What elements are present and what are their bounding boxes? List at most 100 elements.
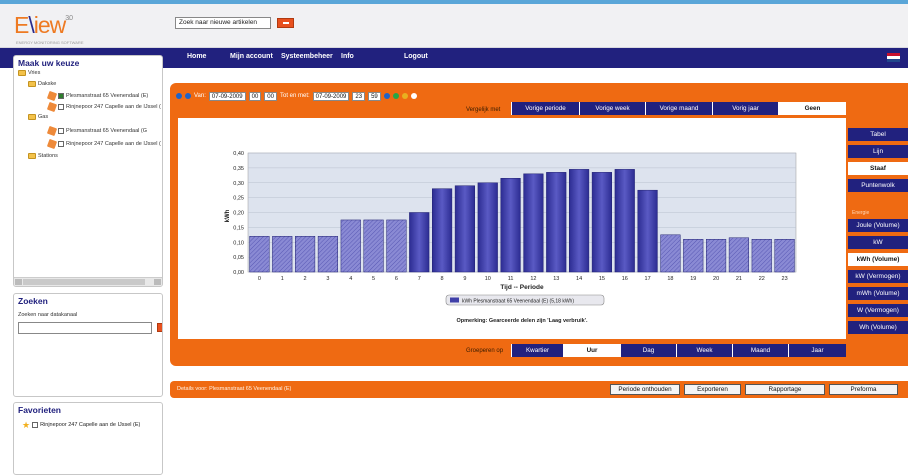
bar[interactable] [546, 172, 567, 273]
bar[interactable] [614, 169, 635, 273]
tree-root[interactable]: Vries [18, 70, 40, 76]
unit-tab-kwh[interactable]: kWh (Volume) [848, 253, 908, 266]
checkbox[interactable] [32, 422, 39, 428]
y-tick-label: 0,10 [233, 240, 244, 246]
bar-low-usage[interactable] [660, 234, 681, 273]
folder-icon [18, 70, 26, 76]
y-tick-label: 0,05 [233, 255, 244, 261]
nav-my-account[interactable]: Mijn account [230, 53, 273, 60]
bar[interactable] [409, 212, 430, 273]
tab-vorige-week[interactable]: Vorige week [579, 102, 645, 115]
x-tick-label: 22 [759, 276, 765, 282]
remember-period-button[interactable]: Periode onthouden [610, 384, 680, 395]
refresh-icon[interactable] [392, 93, 399, 99]
tree-item-rinjnepoor-1[interactable]: Rinjnepoor 247 Capelle aan de IJssel ( [46, 101, 161, 113]
article-search-input[interactable]: Zoek naar nieuwe artikelen [175, 17, 271, 29]
nav-system-admin[interactable]: Systeembeheer [281, 53, 333, 60]
checkbox[interactable] [58, 141, 64, 147]
view-tab-tabel[interactable]: Tabel [848, 128, 908, 141]
bar[interactable] [454, 185, 475, 273]
x-axis-label: Tijd -- Periode [500, 284, 544, 291]
group-tab-maand[interactable]: Maand [732, 344, 788, 357]
preforma-button[interactable]: Preforma [829, 384, 898, 395]
bar-low-usage[interactable] [249, 236, 270, 273]
tree-item-plesmanstraat-g[interactable]: Plesmanstraat 65 Veenendaal (G [46, 125, 147, 137]
group-tab-dag[interactable]: Dag [620, 344, 676, 357]
checkbox[interactable] [58, 93, 64, 99]
report-button[interactable]: Rapportage [745, 384, 825, 395]
bar-low-usage[interactable] [317, 236, 338, 273]
settings-icon[interactable] [410, 93, 417, 99]
scroll-left-icon[interactable] [15, 279, 22, 285]
scroll-right-icon[interactable] [154, 279, 161, 285]
unit-tab-joule[interactable]: Joule (Volume) [848, 219, 908, 232]
tab-vorige-periode[interactable]: Vorige periode [511, 102, 579, 115]
bar-low-usage[interactable] [295, 236, 316, 273]
bar[interactable] [591, 172, 612, 273]
to-minute-input[interactable]: 59 [368, 91, 381, 101]
from-hour-input[interactable]: 00 [248, 91, 262, 101]
bar-low-usage[interactable] [751, 239, 772, 273]
unit-tab-w[interactable]: W (Vermogen) [848, 304, 908, 317]
bar[interactable] [569, 169, 590, 273]
to-hour-input[interactable]: 23 [352, 91, 366, 101]
bar-low-usage[interactable] [340, 219, 361, 273]
checkbox[interactable] [58, 128, 64, 134]
x-tick-label: 19 [690, 276, 696, 282]
bar[interactable] [523, 173, 544, 273]
unit-tab-kw-vermogen[interactable]: kW (Vermogen) [848, 270, 908, 283]
prev-period-icon[interactable] [176, 93, 182, 99]
bar-low-usage[interactable] [363, 219, 384, 273]
bar-low-usage[interactable] [728, 237, 749, 273]
y-tick-label: 0,15 [233, 225, 244, 231]
bar-low-usage[interactable] [272, 236, 293, 273]
bar[interactable] [637, 189, 658, 273]
unit-tab-wh[interactable]: Wh (Volume) [848, 321, 908, 334]
tree-folder-dakske[interactable]: Dakske [28, 81, 56, 87]
nav-logout[interactable]: Logout [404, 53, 428, 60]
export-button[interactable]: Exporteren [684, 384, 741, 395]
group-tab-week[interactable]: Week [676, 344, 732, 357]
from-date-input[interactable]: 07-09-2009 [208, 91, 246, 101]
next-period-icon[interactable] [185, 93, 191, 99]
bar[interactable] [477, 182, 498, 273]
channel-search-input[interactable] [18, 322, 152, 334]
from-label: Van: [194, 93, 206, 99]
group-tab-kwartier[interactable]: Kwartier [511, 344, 563, 357]
export-icon[interactable] [401, 93, 408, 99]
view-tab-lijn[interactable]: Lijn [848, 145, 908, 158]
unit-tab-mwh[interactable]: mWh (Volume) [848, 287, 908, 300]
from-minute-input[interactable]: 00 [264, 91, 277, 101]
channel-search-button[interactable] [157, 323, 162, 332]
bar[interactable] [432, 188, 453, 273]
tab-vorig-jaar[interactable]: Vorig jaar [712, 102, 778, 115]
group-tab-uur[interactable]: Uur [563, 344, 620, 357]
nav-info[interactable]: Info [341, 53, 354, 60]
tab-geen[interactable]: Geen [778, 102, 846, 115]
bar-low-usage[interactable] [774, 239, 795, 273]
unit-tab-kw[interactable]: kW [848, 236, 908, 249]
bar-low-usage[interactable] [706, 239, 727, 273]
tree-item-rinjnepoor-2[interactable]: Rinjnepoor 247 Capelle aan de IJssel ( [46, 138, 161, 150]
favorite-item[interactable]: ★ Rinjnepoor 247 Capelle aan de IJssel (E… [22, 421, 140, 430]
checkbox[interactable] [58, 104, 64, 110]
view-tab-staaf[interactable]: Staaf [848, 162, 908, 175]
calendar-icon[interactable] [383, 93, 390, 99]
tree-folder-gas[interactable]: Gas [28, 114, 48, 120]
bar[interactable] [500, 178, 521, 273]
bar-low-usage[interactable] [683, 239, 704, 273]
x-tick-label: 13 [553, 276, 559, 282]
tree-folder-stations[interactable]: Stations [28, 153, 58, 159]
logo-tagline: ENERGY MONITORING SOFTWARE [16, 40, 84, 45]
nav-home[interactable]: Home [187, 53, 206, 60]
dutch-flag-icon[interactable] [887, 53, 900, 62]
tab-vorige-maand[interactable]: Vorige maand [645, 102, 712, 115]
scroll-thumb[interactable] [23, 279, 145, 285]
view-tab-puntenwolk[interactable]: Puntenwolk [848, 179, 908, 192]
group-tab-jaar[interactable]: Jaar [788, 344, 846, 357]
tree-item-plesmanstraat-e[interactable]: Plesmanstraat 65 Veenendaal (E) [46, 90, 148, 102]
article-search-button[interactable] [277, 18, 294, 28]
tree-horizontal-scrollbar[interactable] [14, 277, 162, 286]
to-date-input[interactable]: 07-09-2009 [312, 91, 350, 101]
bar-low-usage[interactable] [386, 219, 407, 273]
